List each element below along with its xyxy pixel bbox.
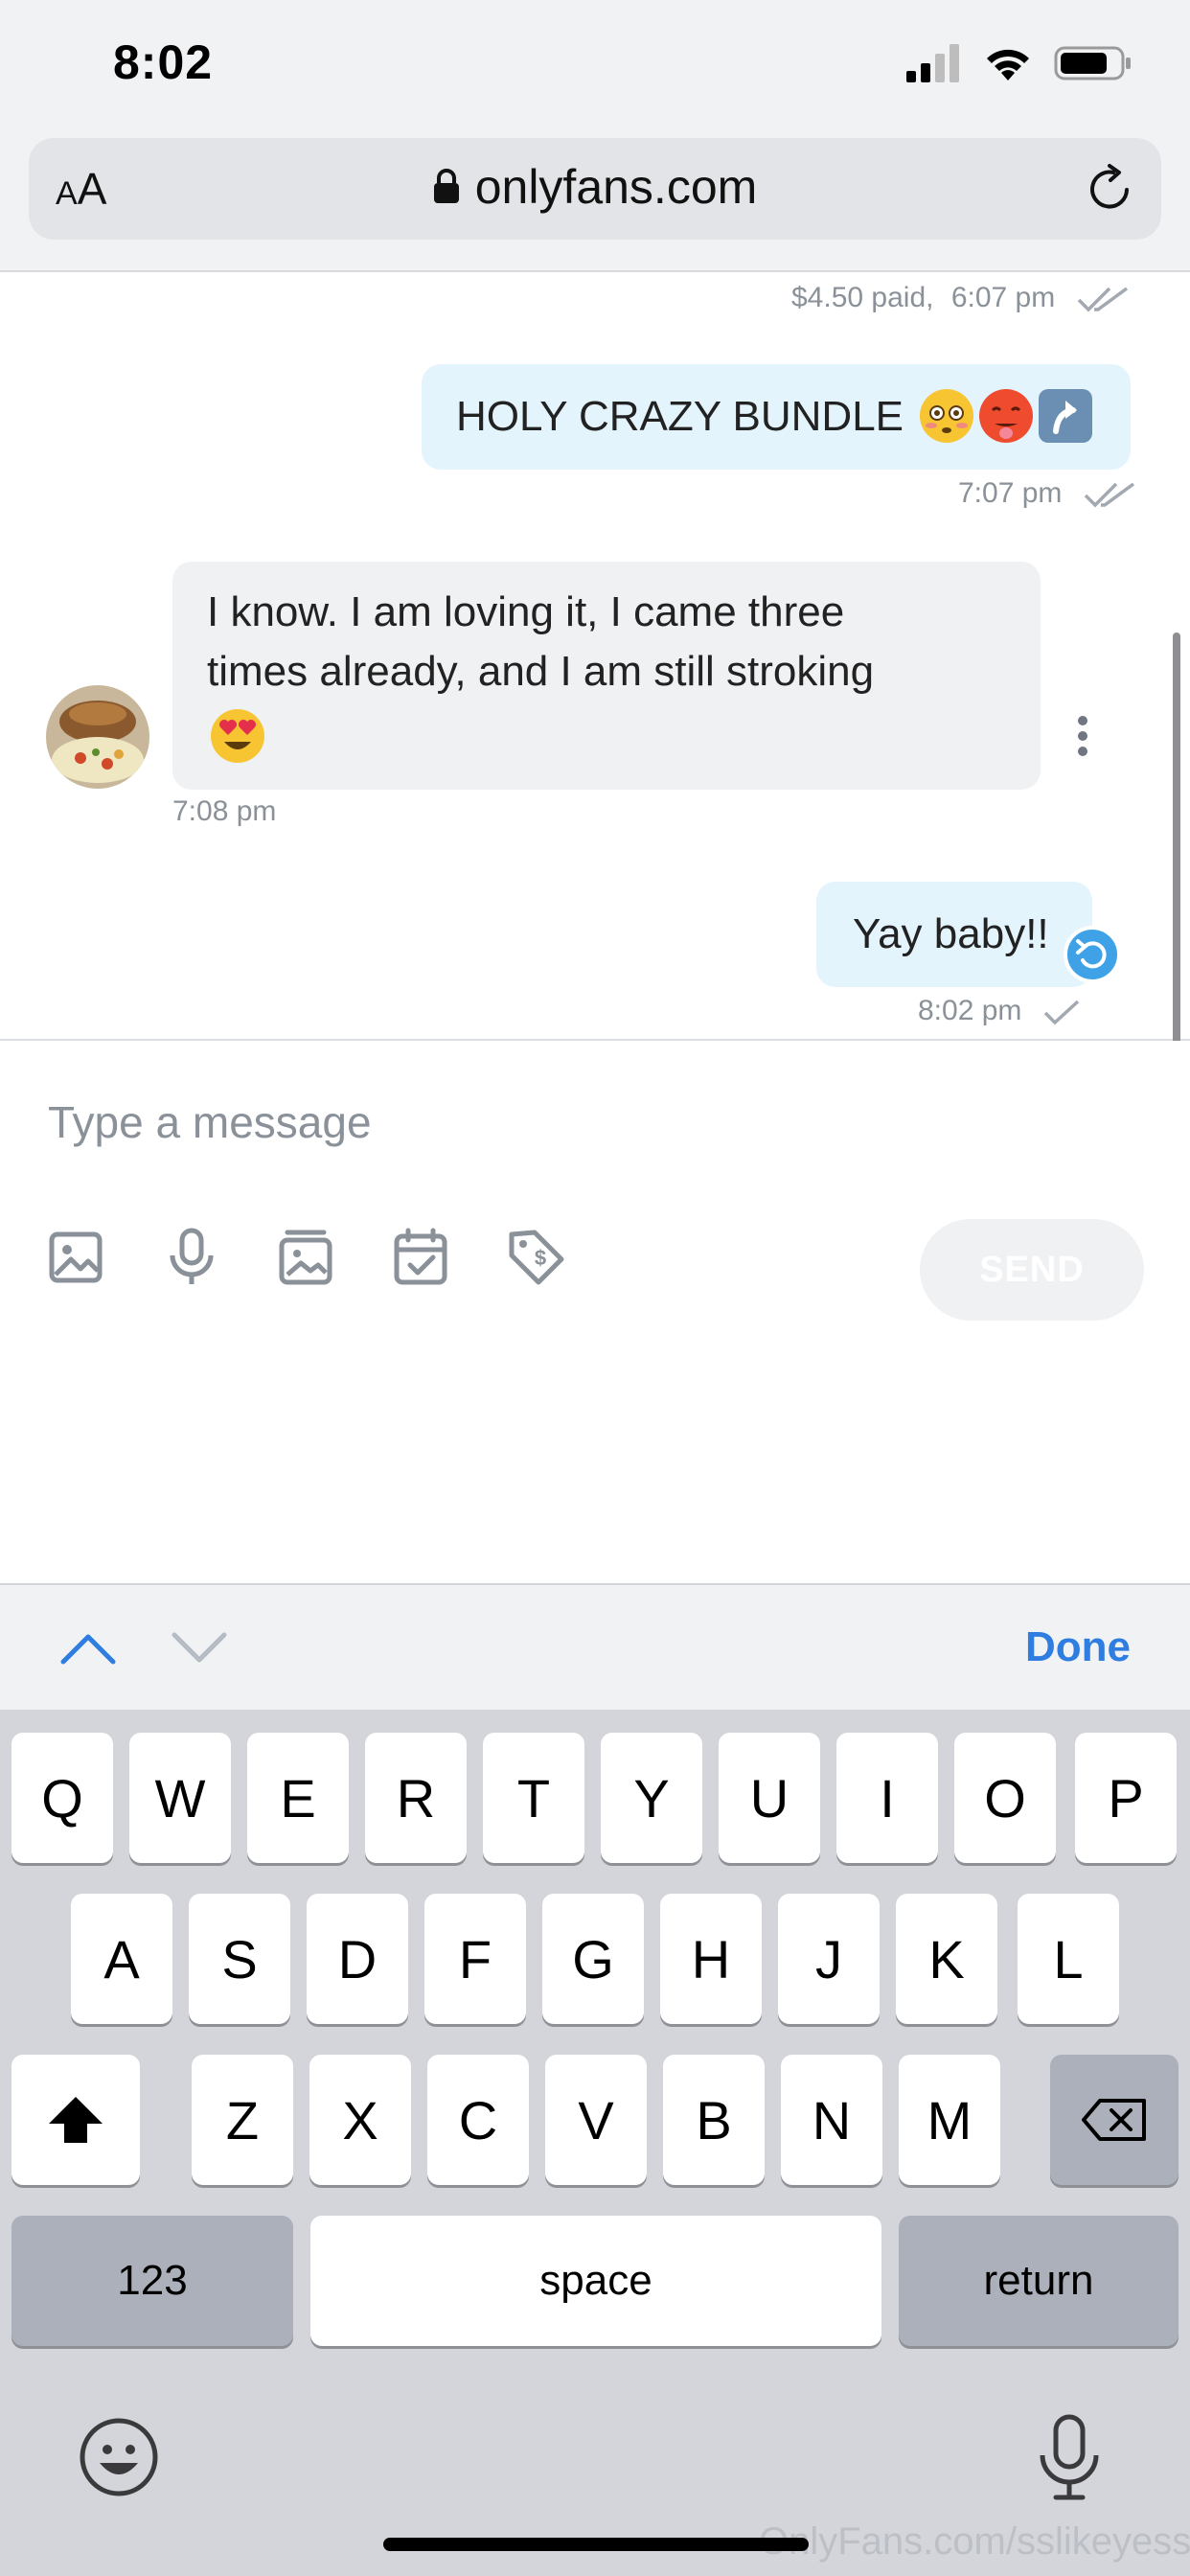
return-key[interactable]: return (899, 2216, 1179, 2346)
more-options-icon[interactable] (1076, 715, 1089, 757)
key-z[interactable]: Z (192, 2055, 293, 2185)
chevron-down-icon[interactable] (171, 1629, 228, 1668)
chat-thread[interactable]: $4.50 paid, 6:07 pm HOLY CRAZY BUNDLE 7:… (0, 272, 1190, 1039)
message-time: 6:07 pm (950, 282, 1056, 313)
flushed-face-icon (920, 389, 973, 443)
key-u[interactable]: U (719, 1733, 820, 1863)
backspace-icon (1082, 2099, 1146, 2141)
message-meta-paid: $4.50 paid, 6:07 pm (791, 282, 1131, 314)
numbers-key[interactable]: 123 (11, 2216, 293, 2346)
delete-key[interactable] (1050, 2055, 1179, 2185)
key-v[interactable]: V (545, 2055, 647, 2185)
message-text-line-2: times already, and I am still stroking (207, 648, 875, 695)
status-time: 8:02 (113, 35, 214, 89)
keyboard-accessory-bar: Done (0, 1583, 1190, 1712)
wifi-icon (987, 49, 1029, 80)
key-w[interactable]: W (129, 1733, 231, 1863)
svg-text:$: $ (535, 1246, 546, 1270)
message-bubble-outgoing[interactable]: Yay baby!! (816, 882, 1092, 987)
message-time: 8:02 pm (918, 995, 1022, 1026)
space-key[interactable]: space (310, 2216, 881, 2346)
key-d[interactable]: D (307, 1894, 408, 2024)
key-m[interactable]: M (899, 2055, 1000, 2185)
image-icon[interactable] (46, 1227, 107, 1288)
single-check-icon (1043, 1000, 1079, 1025)
battery-icon (1054, 46, 1131, 80)
browser-toolbar: AA onlyfans.com (0, 134, 1190, 272)
shift-key[interactable] (11, 2055, 140, 2185)
calendar-check-icon[interactable] (391, 1227, 452, 1288)
microphone-icon[interactable] (161, 1227, 222, 1288)
status-bar: 8:02 (0, 0, 1190, 134)
price-paid: $4.50 paid, (791, 282, 934, 313)
message-composer: $ SEND (0, 1041, 1190, 1583)
lock-icon (433, 168, 459, 203)
undo-send-badge[interactable] (1064, 926, 1121, 983)
status-icons (906, 42, 1133, 84)
key-c[interactable]: C (427, 2055, 529, 2185)
url-field[interactable]: onlyfans.com (29, 159, 1161, 215)
send-button[interactable]: SEND (920, 1219, 1144, 1321)
key-t[interactable]: T (483, 1733, 584, 1863)
message-meta: 7:07 pm (958, 477, 1137, 510)
cellular-signal-icon (906, 44, 959, 82)
chevron-up-icon[interactable] (59, 1629, 117, 1668)
message-input[interactable] (48, 1089, 910, 1156)
key-p[interactable]: P (1075, 1733, 1177, 1863)
avatar[interactable] (46, 685, 149, 789)
done-button[interactable]: Done (1025, 1623, 1131, 1671)
key-f[interactable]: F (424, 1894, 526, 2024)
avatar-image (46, 685, 149, 789)
key-e[interactable]: E (247, 1733, 349, 1863)
message-text: Yay baby!! (853, 910, 1049, 957)
key-x[interactable]: X (309, 2055, 411, 2185)
watermark: OnlyFans.com/sslikeyesss (759, 2520, 1190, 2563)
media-vault-icon[interactable] (276, 1227, 337, 1288)
key-j[interactable]: J (778, 1894, 880, 2024)
hot-face-icon (979, 389, 1033, 443)
price-tag-icon[interactable]: $ (506, 1227, 567, 1288)
reload-icon[interactable] (1085, 163, 1136, 215)
key-y[interactable]: Y (601, 1733, 702, 1863)
message-text-line-1: I know. I am loving it, I came three (207, 588, 845, 635)
undo-icon (1076, 939, 1107, 969)
key-h[interactable]: H (660, 1894, 762, 2024)
key-q[interactable]: Q (11, 1733, 113, 1863)
key-b[interactable]: B (663, 2055, 765, 2185)
message-meta: 8:02 pm (918, 995, 1082, 1027)
url-text: onlyfans.com (474, 160, 758, 214)
message-bubble-incoming[interactable]: I know. I am loving it, I came three tim… (172, 562, 1041, 790)
shift-icon (49, 2097, 103, 2143)
key-o[interactable]: O (954, 1733, 1056, 1863)
key-a[interactable]: A (71, 1894, 172, 2024)
heart-eyes-face-icon (211, 709, 264, 763)
key-s[interactable]: S (189, 1894, 290, 2024)
message-text: HOLY CRAZY BUNDLE (456, 393, 904, 440)
message-bubble-outgoing[interactable]: HOLY CRAZY BUNDLE (422, 364, 1131, 470)
up-arrow-icon (1039, 389, 1092, 443)
dictation-microphone-icon[interactable] (1035, 2413, 1104, 2501)
message-time: 7:07 pm (958, 477, 1063, 509)
key-r[interactable]: R (365, 1733, 467, 1863)
key-n[interactable]: N (781, 2055, 882, 2185)
key-i[interactable]: I (836, 1733, 938, 1863)
key-l[interactable]: L (1018, 1894, 1119, 2024)
key-k[interactable]: K (896, 1894, 997, 2024)
emoji-keyboard-icon[interactable] (79, 2417, 159, 2497)
keyboard: Q W E R T Y U I O P A S D F G H J K L Z … (0, 1710, 1190, 2576)
message-time: 7:08 pm (172, 795, 277, 827)
home-indicator[interactable] (383, 2538, 809, 2551)
address-bar[interactable]: AA onlyfans.com (29, 138, 1161, 240)
double-check-icon (1084, 482, 1134, 508)
key-g[interactable]: G (542, 1894, 644, 2024)
double-check-icon (1077, 287, 1128, 312)
